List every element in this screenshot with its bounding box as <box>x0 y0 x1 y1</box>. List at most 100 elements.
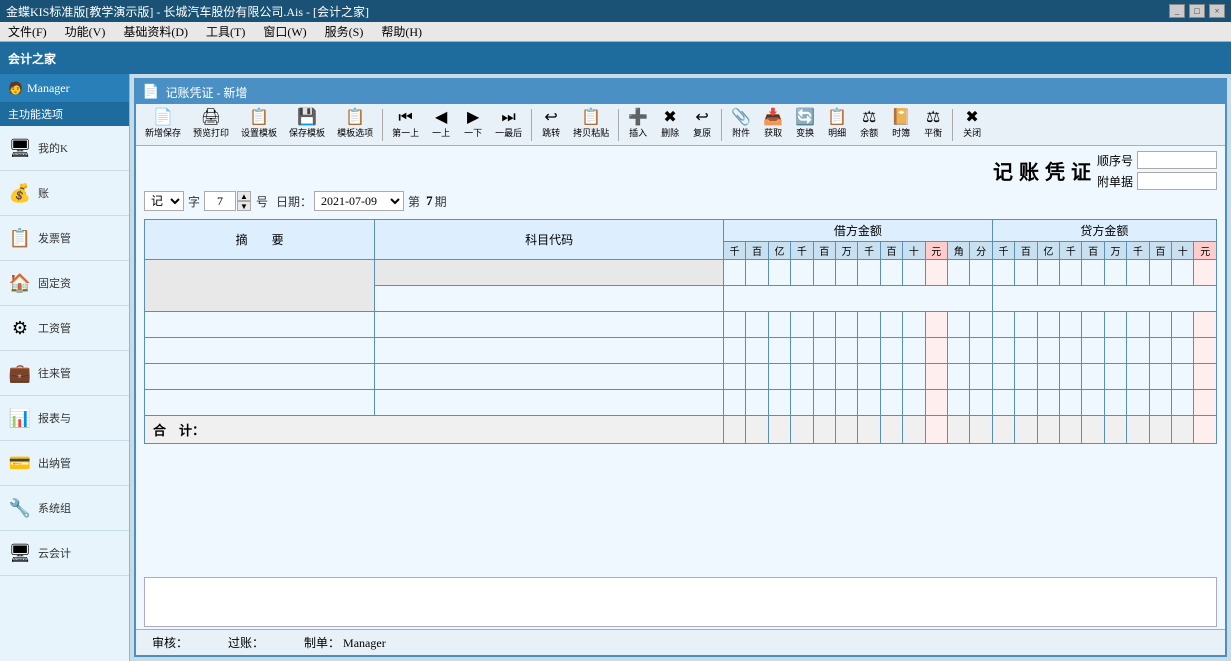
detail-button[interactable]: 📋 明细 <box>822 107 852 142</box>
restore-button[interactable]: ↩ 复原 <box>687 107 717 142</box>
next-button[interactable]: ▶ 一下 <box>458 107 488 142</box>
insert-button[interactable]: ➕ 插入 <box>623 107 653 142</box>
c5[interactable] <box>1082 260 1104 286</box>
sidebar-item-contact[interactable]: 💼 往来管 <box>0 351 129 396</box>
c10[interactable] <box>1194 260 1217 286</box>
type-select[interactable]: 记 <box>144 191 184 211</box>
d8[interactable] <box>880 260 902 286</box>
minimize-button[interactable]: _ <box>1169 4 1185 18</box>
preview-print-button[interactable]: 🖨 预览打印 <box>188 107 234 142</box>
d9[interactable] <box>903 260 925 286</box>
sidebar-item-system[interactable]: 🔧 系统组 <box>0 486 129 531</box>
attach-label: 附单据 <box>1097 173 1133 190</box>
code-cell-5[interactable] <box>375 390 724 416</box>
summary-cell-2[interactable] <box>145 312 375 338</box>
date-select[interactable]: 2021-07-09 <box>314 191 404 211</box>
new-save-icon: 📄 <box>153 110 173 126</box>
zi-label: 字 <box>188 193 200 210</box>
c1[interactable] <box>992 260 1014 286</box>
menu-help[interactable]: 帮助(H) <box>377 22 426 41</box>
attach-input[interactable] <box>1137 172 1217 190</box>
sidebar-item-cloud[interactable]: 🖥 云会计 <box>0 531 129 576</box>
c7[interactable] <box>1127 260 1149 286</box>
code-cell-3[interactable] <box>375 338 724 364</box>
menu-service[interactable]: 服务(S) <box>321 22 368 41</box>
balance-button[interactable]: ⚖ 余额 <box>854 107 884 142</box>
code-cell-1a[interactable] <box>375 260 724 286</box>
code-cell-2[interactable] <box>375 312 724 338</box>
select-template-button[interactable]: 📋 模板选项 <box>332 107 378 142</box>
c9[interactable] <box>1172 260 1194 286</box>
close-doc-button[interactable]: ✖ 关闭 <box>957 107 987 142</box>
select-template-label: 模板选项 <box>337 126 373 139</box>
menu-window[interactable]: 窗口(W) <box>259 22 310 41</box>
last-button[interactable]: ⏭ 一最后 <box>490 107 527 142</box>
sidebar-item-payroll[interactable]: ⚙ 工资管 <box>0 306 129 351</box>
menu-tools[interactable]: 工具(T) <box>202 22 249 41</box>
d7[interactable] <box>858 260 880 286</box>
save-template-button[interactable]: 💾 保存模板 <box>284 107 330 142</box>
sidebar-item-account[interactable]: 💰 账 <box>0 171 129 216</box>
attachment-button[interactable]: 📎 附件 <box>726 107 756 142</box>
first-button[interactable]: ⏮ 第一上 <box>387 107 424 142</box>
new-save-button[interactable]: 📄 新增保存 <box>140 107 186 142</box>
close-button[interactable]: × <box>1209 4 1225 18</box>
change-button[interactable]: 🔄 变换 <box>790 107 820 142</box>
d5[interactable] <box>813 260 835 286</box>
d4[interactable] <box>791 260 813 286</box>
maximize-button[interactable]: □ <box>1189 4 1205 18</box>
c4[interactable] <box>1060 260 1082 286</box>
total-row: 合 计： <box>145 416 1217 444</box>
seq-input[interactable] <box>1137 151 1217 169</box>
sidebar: 🧑 Manager 主功能选项 🖥 我的K 💰 账 📋 发票管 🏠 固定资 ⚙ … <box>0 74 130 661</box>
next-icon: ▶ <box>467 110 479 126</box>
c6[interactable] <box>1104 260 1126 286</box>
sidebar-item-invoice[interactable]: 📋 发票管 <box>0 216 129 261</box>
sidebar-item-system-label: 系统组 <box>38 500 123 516</box>
d11[interactable] <box>948 260 970 286</box>
c2[interactable] <box>1015 260 1037 286</box>
footer: 审核： 过账： 制单： Manager <box>136 629 1225 655</box>
d12[interactable] <box>970 260 992 286</box>
spin-up[interactable]: ▲ <box>237 191 251 201</box>
copy-paste-button[interactable]: 📋 拷贝粘贴 <box>568 107 614 142</box>
d3[interactable] <box>768 260 790 286</box>
d2[interactable] <box>746 260 768 286</box>
empty-credit-1 <box>992 286 1216 312</box>
balance2-button[interactable]: ⚖ 平衡 <box>918 107 948 142</box>
menu-file[interactable]: 文件(F) <box>4 22 51 41</box>
code-cell-4[interactable] <box>375 364 724 390</box>
sidebar-item-fixed-asset[interactable]: 🏠 固定资 <box>0 261 129 306</box>
get-button[interactable]: 📥 获取 <box>758 107 788 142</box>
code-cell-1b[interactable] <box>375 286 724 312</box>
d-bai3: 百 <box>880 242 902 260</box>
d-qian1: 千 <box>723 242 745 260</box>
summary-cell-1[interactable] <box>145 260 375 312</box>
bottom-note[interactable] <box>144 577 1217 627</box>
d1[interactable] <box>723 260 745 286</box>
menu-function[interactable]: 功能(V) <box>61 22 110 41</box>
sidebar-item-my-k[interactable]: 🖥 我的K <box>0 126 129 171</box>
d-qian2: 千 <box>791 242 813 260</box>
spin-down[interactable]: ▼ <box>237 201 251 211</box>
d6[interactable] <box>835 260 857 286</box>
c3[interactable] <box>1037 260 1059 286</box>
d10[interactable] <box>925 260 947 286</box>
num-input[interactable] <box>204 191 236 211</box>
jump-button[interactable]: ↩ 跳转 <box>536 107 566 142</box>
summary-cell-4[interactable] <box>145 364 375 390</box>
prev-icon: ◀ <box>435 110 447 126</box>
set-template-button[interactable]: 📋 设置模板 <box>236 107 282 142</box>
summary-cell-5[interactable] <box>145 390 375 416</box>
sidebar-item-cashier[interactable]: 💳 出纳管 <box>0 441 129 486</box>
attachment-label: 附件 <box>732 126 750 139</box>
d1[interactable] <box>723 312 745 338</box>
sidebar-item-report[interactable]: 📊 报表与 <box>0 396 129 441</box>
summary-cell-3[interactable] <box>145 338 375 364</box>
doc-window: 📄 记账凭证 - 新增 📄 新增保存 🖨 预览打印 📋 设置模板 <box>134 78 1227 657</box>
c8[interactable] <box>1149 260 1171 286</box>
delete-button[interactable]: ✖ 删除 <box>655 107 685 142</box>
time-book-button[interactable]: 📔 时簿 <box>886 107 916 142</box>
prev-button[interactable]: ◀ 一上 <box>426 107 456 142</box>
menu-base-data[interactable]: 基础资料(D) <box>119 22 192 41</box>
